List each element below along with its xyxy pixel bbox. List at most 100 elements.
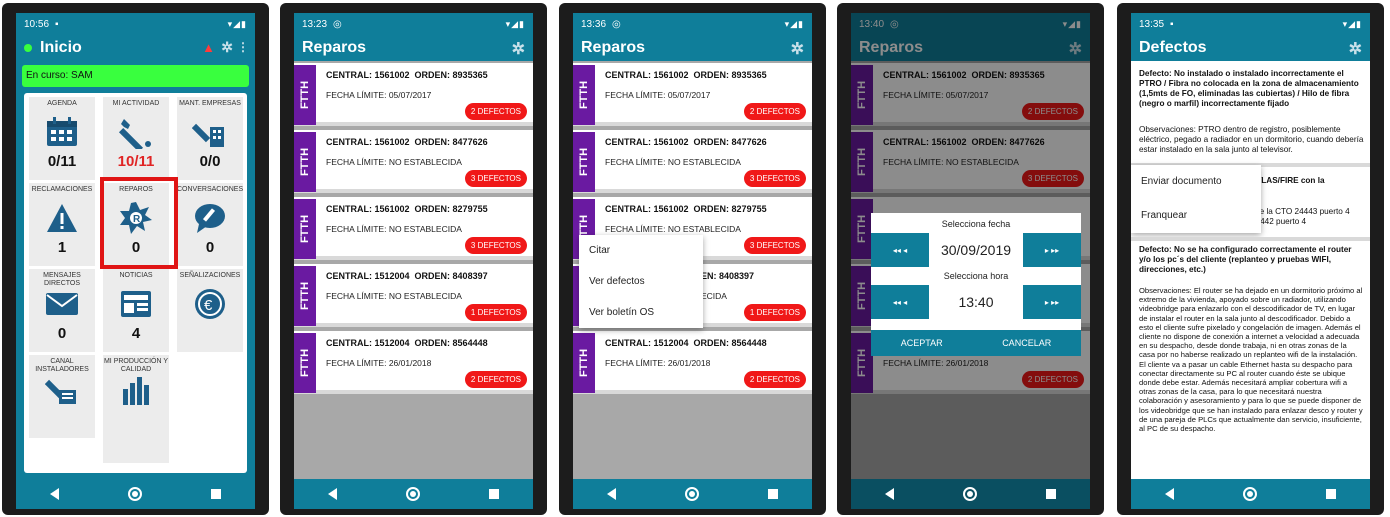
- home-icon[interactable]: [405, 487, 420, 501]
- defecto-2-partial: ATLAS/FIRE con la: [1251, 176, 1364, 186]
- phone-defectos: 13:35 ▪ ▾◢▮ Defectos ✲ Defecto: No instala…: [1117, 3, 1384, 515]
- recents-icon[interactable]: [210, 489, 221, 499]
- tile-count: 0/0: [199, 153, 221, 170]
- fecha-text: FECHA LÍMITE: NO ESTABLECIDA: [326, 224, 462, 234]
- defectos-badge[interactable]: 3 DEFECTOS: [743, 170, 806, 187]
- fecha-text: FECHA LÍMITE: NO ESTABLECIDA: [326, 291, 462, 301]
- recents-icon[interactable]: [488, 489, 499, 499]
- defectos-badge[interactable]: 1 DEFECTOS: [743, 304, 806, 321]
- hora-increment-button[interactable]: ▸ ▸▸: [1023, 285, 1081, 319]
- home-icon[interactable]: [962, 487, 977, 501]
- hora-decrement-button[interactable]: ◂◂ ◂: [871, 285, 929, 319]
- ftth-label: FTTH: [578, 348, 591, 378]
- screen-inicio: 10:56 ▪ ▾◢▮ Inicio ▲ ✲ ⋮ En curso: SAM AG…: [16, 13, 255, 509]
- defectos-badge[interactable]: 2 DEFECTOS: [464, 103, 527, 120]
- tile-senalizaciones[interactable]: SEÑALIZACIONES €: [177, 269, 243, 352]
- back-icon[interactable]: [50, 488, 60, 500]
- tile-conversaciones[interactable]: CONVERSACIONES 0: [177, 183, 243, 266]
- back-icon[interactable]: [328, 488, 338, 500]
- ftth-label: FTTH: [578, 147, 591, 177]
- recents-icon[interactable]: [1325, 489, 1336, 499]
- list-item[interactable]: FTTH CENTRAL: 1512004 ORDEN: 8564448 FECHA…: [294, 331, 533, 394]
- menu-item-ver-defectos[interactable]: Ver defectos: [579, 266, 703, 297]
- defectos-badge[interactable]: 1 DEFECTOS: [464, 304, 527, 321]
- list-item[interactable]: FTTH CENTRAL: 1561002 ORDEN: 8935365 FECHA…: [573, 63, 812, 126]
- menu-item-franquear[interactable]: Franquear: [1131, 199, 1261, 233]
- list-item[interactable]: FTTH CENTRAL: 1561002 ORDEN: 8477626 FECHA…: [573, 130, 812, 193]
- overflow-menu-icon[interactable]: ⋮: [237, 40, 249, 54]
- recents-icon[interactable]: [1045, 489, 1056, 499]
- tile-agenda[interactable]: AGENDA 0/11: [29, 97, 95, 180]
- ftth-label: FTTH: [299, 80, 312, 110]
- tile-mant-empresas[interactable]: MANT. EMPRESAS 0/0: [177, 97, 243, 180]
- list-item[interactable]: FTTH CENTRAL: 1512004 ORDEN: 8408397 FECHA…: [294, 264, 533, 327]
- list-item[interactable]: FTTH CENTRAL: 1561002 ORDEN: 8279755 FECHA…: [294, 197, 533, 260]
- back-icon[interactable]: [1165, 488, 1175, 500]
- gear-icon[interactable]: ✲: [221, 39, 233, 56]
- tile-count: 4: [131, 325, 141, 342]
- fecha-decrement-button[interactable]: ◂◂ ◂: [871, 233, 929, 267]
- fecha-text: FECHA LÍMITE: 26/01/2018: [605, 358, 711, 368]
- defectos-badge[interactable]: 2 DEFECTOS: [743, 371, 806, 388]
- nav-bar: [573, 479, 812, 509]
- dialog-buttons: ACEPTAR CANCELAR: [871, 330, 1081, 356]
- list-item[interactable]: FTTH CENTRAL: 1512004 ORDEN: 8564448 FECHA…: [573, 331, 812, 394]
- tile-reclamaciones[interactable]: RECLAMACIONES 1: [29, 183, 95, 266]
- defectos-badge[interactable]: 3 DEFECTOS: [464, 237, 527, 254]
- next-arrows-icon: ▸ ▸▸: [1044, 297, 1060, 307]
- central-text: CENTRAL: 1561002: [605, 70, 689, 80]
- bell-icon[interactable]: ▲: [202, 40, 215, 55]
- euro-icon: €: [177, 283, 243, 325]
- tile-canal-instaladores[interactable]: CANAL INSTALADORES: [29, 355, 95, 438]
- gear-icon[interactable]: ✲: [791, 39, 804, 59]
- recents-icon[interactable]: [767, 489, 778, 499]
- status-time: 10:56: [24, 18, 50, 30]
- defectos-badge[interactable]: 3 DEFECTOS: [464, 170, 527, 187]
- tile-noticias[interactable]: NOTICIAS 4: [103, 269, 169, 352]
- en-curso-banner[interactable]: En curso: SAM: [22, 65, 249, 87]
- defectos-badge[interactable]: 2 DEFECTOS: [464, 371, 527, 388]
- signal-battery-icon: ▾◢▮: [227, 18, 247, 29]
- aceptar-button[interactable]: ACEPTAR: [901, 338, 943, 348]
- app-bar: Defectos ✲: [1131, 35, 1370, 61]
- tile-mi-produccion[interactable]: MI PRODUCCIÓN Y CALIDAD: [103, 355, 169, 463]
- nav-bar: [16, 479, 255, 509]
- tools-icon: [29, 369, 95, 411]
- prev-arrows-icon: ◂◂ ◂: [892, 297, 908, 307]
- defectos-badge[interactable]: 3 DEFECTOS: [743, 237, 806, 254]
- tile-label: AGENDA: [47, 100, 77, 107]
- gear-icon[interactable]: ✲: [512, 39, 525, 59]
- tile-mensajes-directos[interactable]: MENSAJES DIRECTOS 0: [29, 269, 95, 352]
- whatsapp-icon: ◎: [333, 18, 342, 30]
- tile-mi-actividad[interactable]: MI ACTIVIDAD 10/11: [103, 97, 169, 180]
- fecha-increment-button[interactable]: ▸ ▸▸: [1023, 233, 1081, 267]
- wrench-building-icon: [177, 111, 243, 153]
- fecha-text: FECHA LÍMITE: 05/07/2017: [605, 90, 711, 100]
- list-item[interactable]: FTTH CENTRAL: 1561002 ORDEN: 8477626 FECHA…: [294, 130, 533, 193]
- menu-item-citar[interactable]: Citar: [579, 235, 703, 266]
- home-icon[interactable]: [1242, 487, 1257, 501]
- defecto-title: Defecto: No instalado o instalado incorr…: [1139, 69, 1359, 108]
- back-icon[interactable]: [607, 488, 617, 500]
- status-time: 13:35: [1139, 18, 1165, 30]
- central-text: CENTRAL: 1512004: [605, 338, 689, 348]
- menu-item-enviar-documento[interactable]: Enviar documento: [1131, 165, 1261, 199]
- notification-icon: ▪: [1170, 18, 1174, 30]
- list-item[interactable]: FTTH CENTRAL: 1561002 ORDEN: 8935365 FECHA…: [294, 63, 533, 126]
- back-icon[interactable]: [885, 488, 895, 500]
- gear-icon[interactable]: ✲: [1349, 39, 1362, 59]
- status-time: 13:23: [302, 18, 328, 30]
- fecha-row: ◂◂ ◂ 30/09/2019 ▸ ▸▸: [871, 233, 1081, 267]
- defecto-observaciones: Observaciones: El router se ha dejado en…: [1139, 286, 1363, 434]
- fecha-text: FECHA LÍMITE: 26/01/2018: [326, 358, 432, 368]
- menu-item-ver-boletin[interactable]: Ver boletín OS: [579, 297, 703, 328]
- bar-chart-icon: [103, 369, 169, 411]
- tile-label: SEÑALIZACIONES: [179, 272, 241, 279]
- home-icon[interactable]: [127, 487, 142, 501]
- page-title: Reparos: [302, 39, 367, 56]
- home-icon[interactable]: [684, 487, 699, 501]
- defectos-badge[interactable]: 2 DEFECTOS: [743, 103, 806, 120]
- cancelar-button[interactable]: CANCELAR: [1002, 338, 1051, 348]
- status-bar: 10:56 ▪ ▾◢▮: [16, 13, 255, 35]
- ftth-label: FTTH: [578, 80, 591, 110]
